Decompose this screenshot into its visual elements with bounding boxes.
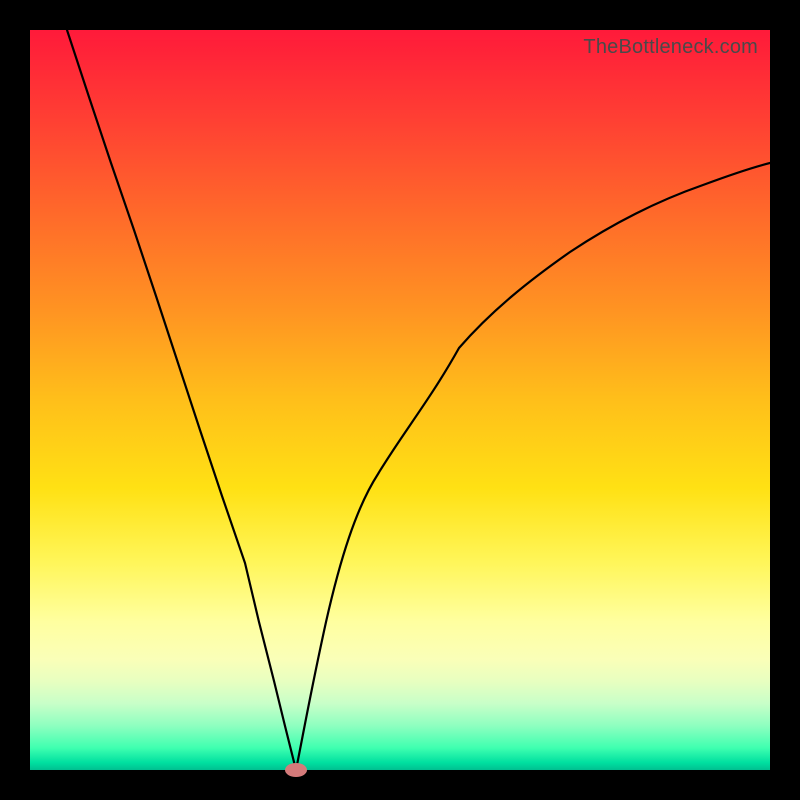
chart-frame: TheBottleneck.com [0, 0, 800, 800]
curve-right-branch [296, 163, 770, 770]
bottleneck-curve [30, 30, 770, 770]
curve-left-branch [67, 30, 296, 770]
vertex-marker [285, 763, 307, 777]
plot-area: TheBottleneck.com [30, 30, 770, 770]
